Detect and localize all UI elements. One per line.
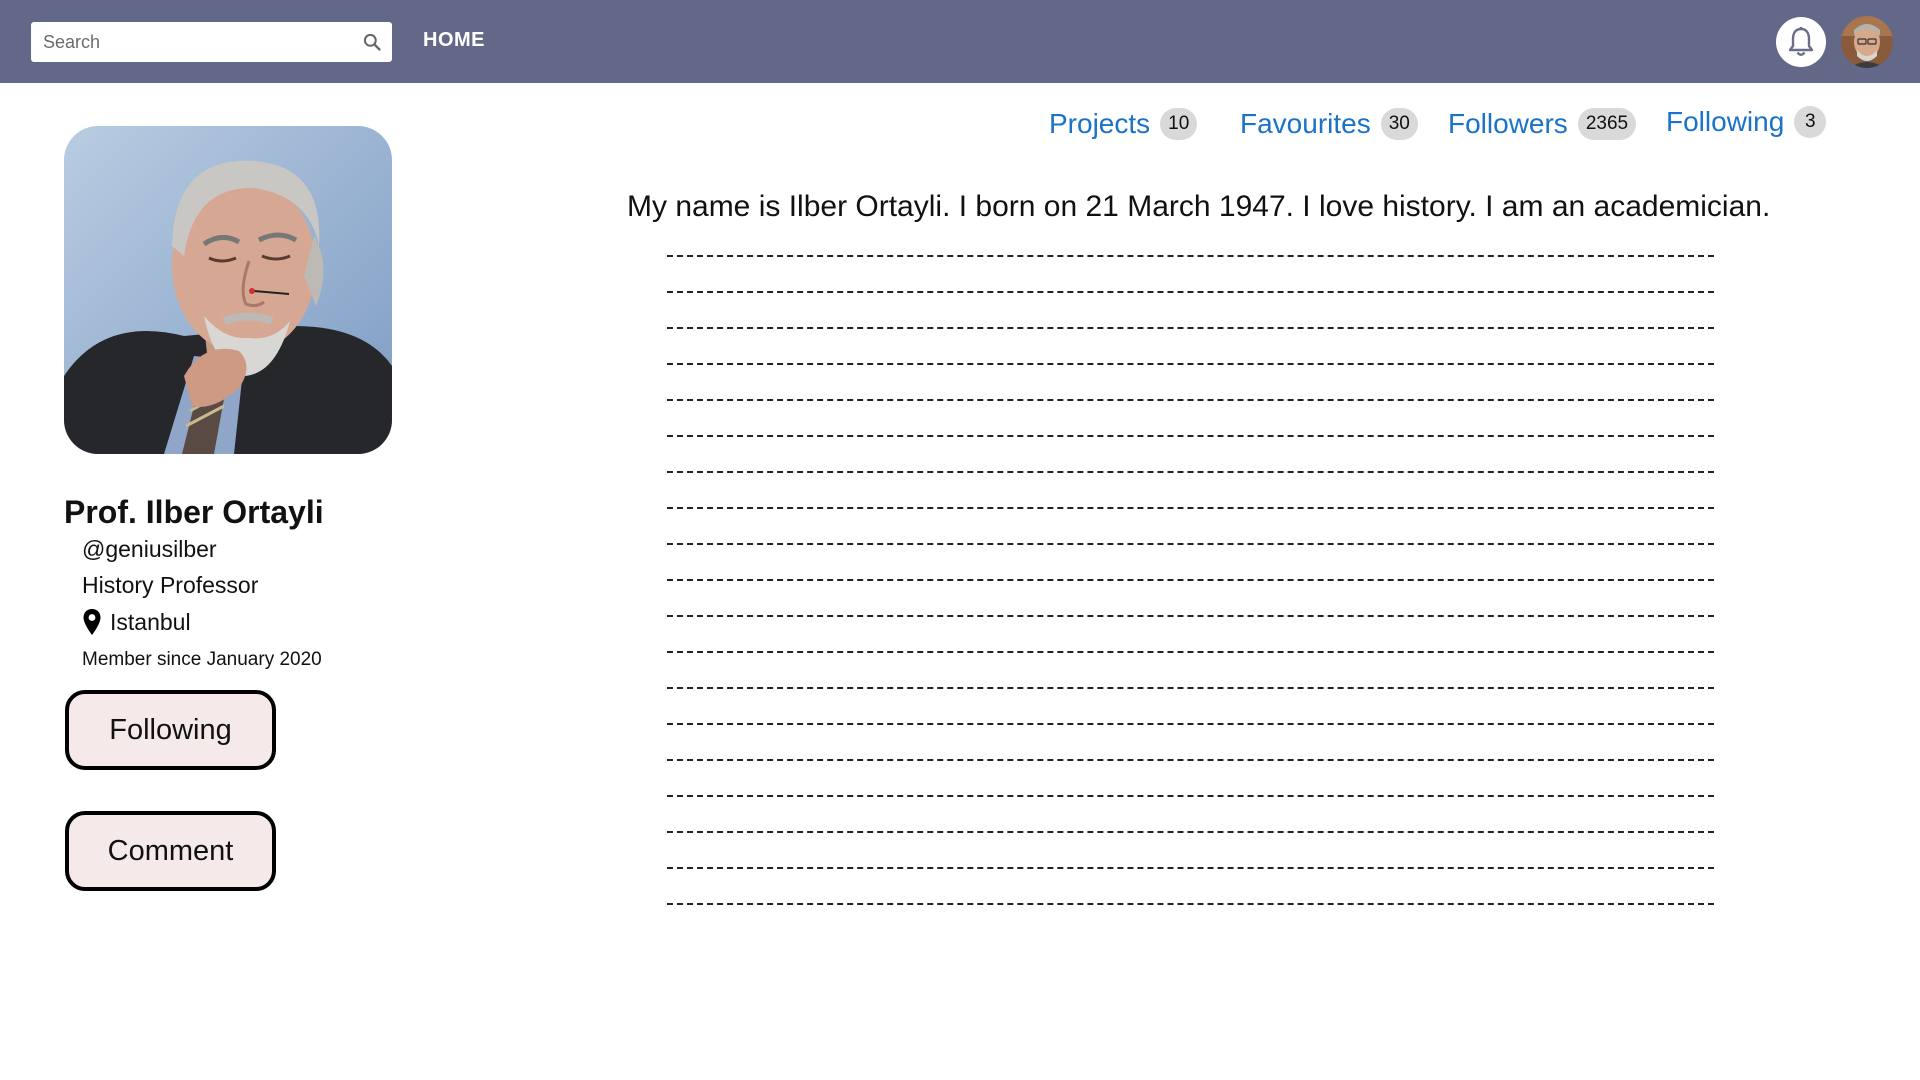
bio-placeholder-line <box>667 533 1714 569</box>
tab-projects[interactable]: Projects 10 <box>1049 108 1198 140</box>
bio-placeholder-line <box>667 749 1714 785</box>
bio-placeholder-line <box>667 857 1714 893</box>
bio-placeholder-line <box>667 821 1714 857</box>
tab-label: Followers <box>1448 108 1568 139</box>
tab-followers[interactable]: Followers 2365 <box>1448 108 1637 140</box>
profile-location: Istanbul <box>82 608 191 636</box>
profile-job-title: History Professor <box>82 572 259 598</box>
bio-placeholder-line <box>667 425 1714 461</box>
bio-placeholder-line <box>667 317 1714 353</box>
bio-placeholder-line <box>667 281 1714 317</box>
profile-photo <box>64 126 392 454</box>
bio-placeholder-line <box>667 389 1714 425</box>
comment-button[interactable]: Comment <box>65 811 276 891</box>
count-badge: 2365 <box>1577 108 1637 140</box>
bio-placeholder-lines <box>667 245 1714 929</box>
profile-handle: @geniusilber <box>82 536 217 562</box>
tab-label: Projects <box>1049 108 1151 139</box>
bio-placeholder-line <box>667 461 1714 497</box>
bio-placeholder-line <box>667 569 1714 605</box>
count-badge: 30 <box>1380 108 1418 140</box>
bio-placeholder-line <box>667 605 1714 641</box>
tab-label: Following <box>1666 106 1785 137</box>
search-input[interactable] <box>31 23 351 61</box>
bio-placeholder-line <box>667 677 1714 713</box>
search-icon[interactable] <box>362 32 382 52</box>
count-badge: 10 <box>1160 108 1198 140</box>
bio-text: My name is Ilber Ortayli. I born on 21 M… <box>627 190 1771 223</box>
profile-name: Prof. Ilber Ortayli <box>64 494 324 530</box>
bio-placeholder-line <box>667 713 1714 749</box>
location-label: Istanbul <box>110 608 191 635</box>
tab-following[interactable]: Following 3 <box>1666 106 1827 138</box>
user-avatar[interactable] <box>1841 16 1893 68</box>
home-link[interactable]: HOME <box>423 29 485 52</box>
following-button[interactable]: Following <box>65 690 276 770</box>
tab-label: Favourites <box>1240 108 1371 139</box>
bio-placeholder-line <box>667 245 1714 281</box>
avatar-image <box>1841 16 1893 68</box>
tab-favourites[interactable]: Favourites 30 <box>1240 108 1418 140</box>
bio-placeholder-line <box>667 353 1714 389</box>
bio-placeholder-line <box>667 497 1714 533</box>
bell-icon <box>1788 26 1814 56</box>
notifications-button[interactable] <box>1776 17 1826 67</box>
bio-placeholder-line <box>667 641 1714 677</box>
member-since: Member since January 2020 <box>82 649 322 670</box>
location-pin-icon <box>83 609 101 635</box>
bio-placeholder-line <box>667 893 1714 929</box>
top-navigation-bar: HOME <box>0 0 1920 83</box>
search-box[interactable] <box>31 22 392 62</box>
bio-placeholder-line <box>667 785 1714 821</box>
count-badge: 3 <box>1794 106 1827 138</box>
